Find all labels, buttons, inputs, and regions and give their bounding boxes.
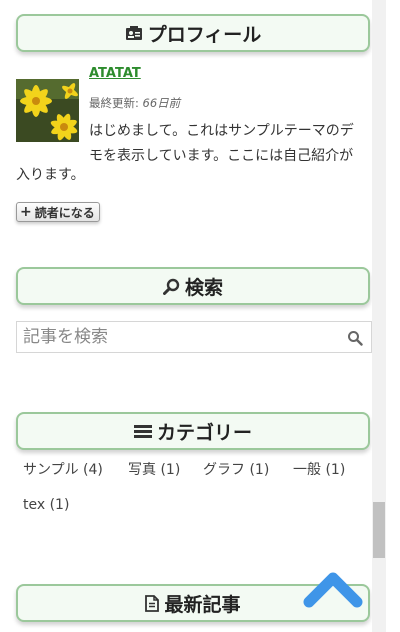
category-link[interactable]: 写真 (1) bbox=[128, 459, 180, 479]
search-form bbox=[16, 321, 372, 353]
category-link[interactable]: tex (1) bbox=[23, 497, 69, 513]
bio-line: 入ります。 bbox=[16, 167, 85, 183]
id-card-icon bbox=[125, 25, 143, 41]
scrollbar-thumb[interactable] bbox=[373, 502, 385, 558]
category-link[interactable]: 一般 (1) bbox=[293, 459, 345, 479]
plus-icon: + bbox=[20, 204, 32, 220]
search-heading-text: 検索 bbox=[184, 276, 223, 299]
category-heading-text: カテゴリー bbox=[156, 421, 252, 444]
subscribe-button-label: 読者になる bbox=[34, 205, 95, 220]
magnifier-icon bbox=[162, 278, 180, 295]
sidebar: プロフィール ATATAT 最終更新: 66日前 はじめまして。これはサンプルテ… bbox=[0, 0, 372, 632]
profile-heading-text: プロフィール bbox=[147, 23, 262, 46]
category-link[interactable]: サンプル (4) bbox=[23, 459, 103, 479]
chevron-up-icon bbox=[303, 572, 363, 608]
profile-heading: プロフィール bbox=[16, 14, 370, 52]
bio-line: はじめまして。これはサンプルテーマのデ bbox=[89, 123, 354, 139]
recent-posts-heading-text: 最新記事 bbox=[164, 593, 241, 616]
last-updated-label: 最終更新: bbox=[89, 96, 143, 110]
blog-name-link[interactable]: ATATAT bbox=[89, 66, 141, 81]
scroll-to-top-button[interactable] bbox=[303, 566, 363, 610]
document-icon bbox=[145, 594, 160, 612]
profile-bio: はじめまして。これはサンプルテーマのデ モを表示しています。ここには自己紹介が bbox=[89, 119, 374, 169]
list-icon bbox=[133, 424, 152, 439]
last-updated: 最終更新: 66日前 bbox=[89, 95, 180, 111]
search-input[interactable] bbox=[17, 322, 349, 352]
avatar[interactable] bbox=[16, 79, 79, 142]
search-submit-icon[interactable] bbox=[347, 330, 363, 346]
bio-line: モを表示しています。ここには自己紹介が bbox=[89, 148, 354, 164]
subscribe-button[interactable]: + 読者になる bbox=[16, 202, 100, 222]
search-heading: 検索 bbox=[16, 267, 370, 305]
category-heading: カテゴリー bbox=[16, 412, 370, 450]
last-updated-value: 66日前 bbox=[142, 96, 181, 110]
category-link[interactable]: グラフ (1) bbox=[203, 459, 269, 479]
